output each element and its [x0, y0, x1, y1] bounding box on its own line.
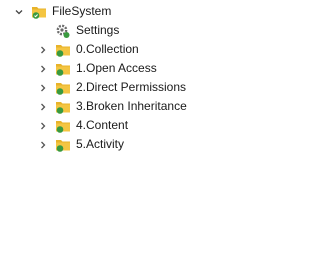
tree-node-activity[interactable]: 5.Activity — [37, 135, 124, 154]
tree-node-label: 2.Direct Permissions — [76, 80, 187, 94]
tree-node-collection[interactable]: 0.Collection — [37, 40, 139, 59]
folder-icon — [55, 137, 71, 153]
tree-node-label: 1.Open Access — [76, 61, 157, 75]
chevron-right-icon[interactable] — [37, 139, 49, 151]
tree-node-direct-permissions[interactable]: 2.Direct Permissions — [37, 78, 186, 97]
tree-node-filesystem[interactable]: FileSystem — [13, 2, 111, 21]
tree-node-label: Settings — [76, 23, 120, 37]
folder-icon — [55, 61, 71, 77]
tree-node-label: 4.Content — [76, 118, 129, 132]
tree-node-label: FileSystem — [52, 4, 112, 18]
tree-node-broken-inheritance[interactable]: 3.Broken Inheritance — [37, 97, 187, 116]
folder-icon — [55, 42, 71, 58]
tree-node-label: 5.Activity — [76, 137, 125, 151]
folder-icon — [31, 4, 47, 20]
chevron-right-icon[interactable] — [37, 82, 49, 94]
chevron-right-icon[interactable] — [37, 101, 49, 113]
chevron-right-icon[interactable] — [37, 120, 49, 132]
chevron-right-icon[interactable] — [37, 44, 49, 56]
tree-node-label: 3.Broken Inheritance — [76, 99, 187, 113]
tree-node-settings[interactable]: Settings — [37, 21, 119, 40]
chevron-right-icon[interactable] — [37, 63, 49, 75]
chevron-down-icon[interactable] — [13, 6, 25, 18]
folder-icon — [55, 99, 71, 115]
folder-icon — [55, 118, 71, 134]
tree-node-content[interactable]: 4.Content — [37, 116, 128, 135]
tree-node-label: 0.Collection — [76, 42, 139, 56]
settings-gear-icon — [55, 23, 71, 39]
tree-node-open-access[interactable]: 1.Open Access — [37, 59, 157, 78]
job-tree: FileSystem Settings 0.Collection 1.Open … — [0, 0, 259, 273]
folder-icon — [55, 80, 71, 96]
